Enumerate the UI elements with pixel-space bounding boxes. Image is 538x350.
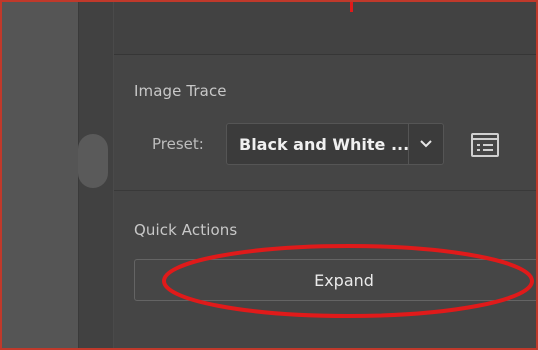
preset-label: Preset: xyxy=(152,135,204,153)
screenshot-frame: Image Trace Preset: Black and White ... … xyxy=(0,0,538,350)
properties-panel: Image Trace Preset: Black and White ... … xyxy=(114,2,536,348)
expand-button[interactable]: Expand xyxy=(134,259,536,301)
panel-options-icon[interactable] xyxy=(468,128,502,162)
quick-actions-title: Quick Actions xyxy=(134,221,238,239)
scroll-handle[interactable] xyxy=(78,134,108,188)
panel-top-strip xyxy=(114,2,536,55)
preset-dropdown[interactable]: Black and White ... xyxy=(226,123,444,165)
image-trace-title: Image Trace xyxy=(134,82,227,100)
section-divider xyxy=(114,190,536,191)
chevron-down-icon[interactable] xyxy=(408,124,443,164)
annotation-line xyxy=(350,2,353,12)
left-gutter xyxy=(2,2,78,348)
preset-value: Black and White ... xyxy=(239,134,408,154)
